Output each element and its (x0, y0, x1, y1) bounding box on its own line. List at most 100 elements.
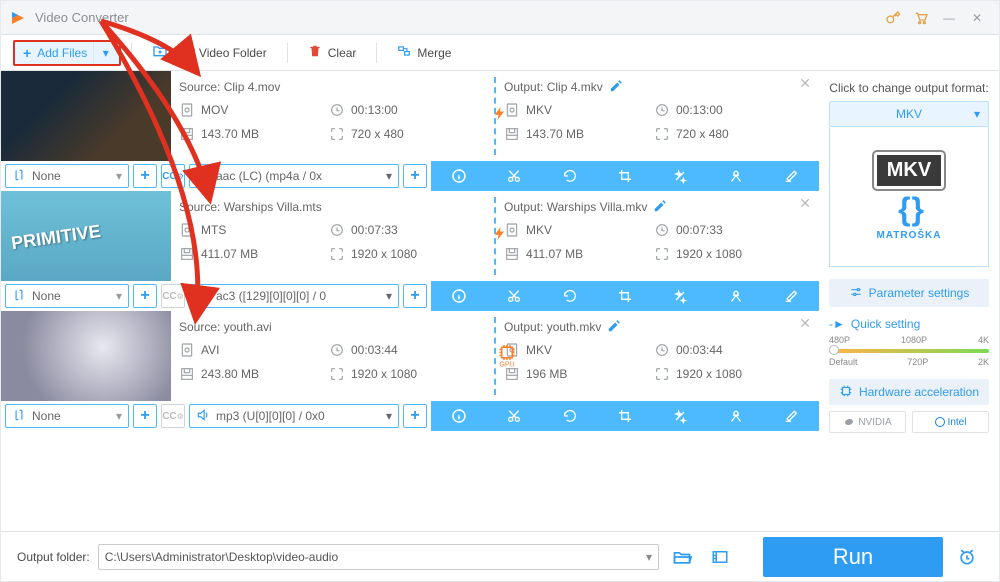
cc-toggle[interactable]: CC⚙ (161, 404, 185, 428)
output-label: Output: Warships Villa.mkv (504, 200, 647, 214)
remove-item-button[interactable]: ✕ (799, 75, 811, 92)
main-toolbar: + Add Files ▾ Add Video Folder Clear Mer… (1, 35, 999, 71)
subtitle-select[interactable]: None ▾ (5, 404, 129, 428)
watermark-button[interactable] (708, 161, 763, 191)
output-list-button[interactable] (705, 542, 735, 572)
format-icon (179, 342, 195, 358)
format-icon (179, 222, 195, 238)
size-icon (179, 246, 195, 262)
subtitle-icon (12, 288, 26, 305)
merge-button[interactable]: Merge (387, 40, 461, 66)
add-subtitle-button[interactable]: + (133, 404, 157, 428)
rotate-button[interactable] (542, 401, 597, 431)
alarm-icon[interactable] (951, 547, 983, 567)
output-label: Output: youth.mkv (504, 320, 601, 334)
crop-button[interactable] (597, 401, 652, 431)
clear-button[interactable]: Clear (298, 40, 367, 66)
rotate-button[interactable] (542, 281, 597, 311)
add-files-button[interactable]: + Add Files ▾ (13, 40, 121, 66)
thumbnail[interactable] (1, 311, 171, 401)
format-icon (179, 102, 195, 118)
remove-item-button[interactable]: ✕ (799, 315, 811, 332)
crop-button[interactable] (597, 161, 652, 191)
thumbnail[interactable] (1, 191, 171, 281)
audio-track-select[interactable]: aac (LC) (mp4a / 0x ▾ (189, 164, 399, 188)
nvidia-toggle[interactable]: NVIDIA (829, 411, 906, 433)
resolution-icon (654, 366, 670, 382)
minimize-button[interactable]: — (935, 4, 963, 32)
watermark-button[interactable] (708, 401, 763, 431)
trim-button[interactable] (486, 401, 541, 431)
effects-button[interactable] (653, 281, 708, 311)
remove-item-button[interactable]: ✕ (799, 195, 811, 212)
output-label: Output: Clip 4.mkv (504, 80, 603, 94)
cc-toggle[interactable]: CC⚙ (161, 284, 185, 308)
format-prompt: Click to change output format: (829, 81, 989, 95)
add-audio-button[interactable]: + (403, 164, 427, 188)
audio-track-select[interactable]: mp3 (U[0][0][0] / 0x0 ▾ (189, 404, 399, 428)
close-window-button[interactable]: ✕ (963, 4, 991, 32)
output-format-button[interactable]: MKV ▾ (829, 101, 989, 127)
cart-icon[interactable] (907, 4, 935, 32)
trim-button[interactable] (486, 281, 541, 311)
output-path-field[interactable]: C:\Users\Administrator\Desktop\video-aud… (98, 544, 659, 570)
info-button[interactable] (431, 281, 486, 311)
bolt-indicator-icon (492, 104, 508, 129)
chevron-down-icon: ▾ (116, 409, 122, 423)
mkv-badge: MKV (874, 152, 944, 189)
watermark-button[interactable] (708, 281, 763, 311)
format-preview[interactable]: MKV { } MATROŠKA (829, 127, 989, 267)
sound-icon (196, 408, 210, 425)
parameter-settings-button[interactable]: Parameter settings (829, 279, 989, 307)
hardware-accel-button[interactable]: Hardware acceleration (829, 379, 989, 405)
edit-icon[interactable] (609, 79, 623, 96)
add-audio-button[interactable]: + (403, 404, 427, 428)
subtitle-edit-button[interactable] (764, 161, 819, 191)
info-button[interactable] (431, 161, 486, 191)
run-button[interactable]: Run (763, 537, 943, 577)
add-audio-button[interactable]: + (403, 284, 427, 308)
subtitle-edit-button[interactable] (764, 281, 819, 311)
app-logo (9, 9, 27, 27)
media-item: Source: youth.avi AVI 00:03:44 243.80 MB… (1, 311, 819, 431)
audio-track-select[interactable]: ac3 ([129][0][0][0] / 0 ▾ (189, 284, 399, 308)
clock-icon (654, 342, 670, 358)
cc-toggle[interactable]: CC⚙ (161, 164, 185, 188)
rotate-button[interactable] (542, 161, 597, 191)
add-files-label: Add Files (37, 46, 87, 60)
intel-toggle[interactable]: Intel (912, 411, 989, 433)
quick-setting-label: -► Quick setting (829, 317, 989, 331)
open-folder-button[interactable] (667, 542, 697, 572)
chevron-down-icon: ▾ (116, 169, 122, 183)
source-label: Source: Clip 4.mov (179, 80, 280, 94)
trim-button[interactable] (486, 161, 541, 191)
add-folder-button[interactable]: Add Video Folder (142, 40, 277, 66)
clock-icon (329, 102, 345, 118)
edit-icon[interactable] (607, 319, 621, 336)
quality-slider[interactable]: 480P1080P4K Default720P2K (829, 335, 989, 367)
bolt-indicator-icon (492, 224, 508, 249)
sound-icon (196, 288, 210, 305)
crop-button[interactable] (597, 281, 652, 311)
license-key-icon[interactable] (879, 4, 907, 32)
media-item: Source: Warships Villa.mts MTS 00:07:33 … (1, 191, 819, 311)
subtitle-select[interactable]: None ▾ (5, 284, 129, 308)
subtitle-select[interactable]: None ▾ (5, 164, 129, 188)
braces-icon: { } (898, 191, 920, 228)
sliders-icon (849, 285, 863, 302)
subtitle-edit-button[interactable] (764, 401, 819, 431)
size-icon (179, 126, 195, 142)
chevron-down-icon[interactable]: ▾ (646, 550, 652, 564)
add-subtitle-button[interactable]: + (133, 284, 157, 308)
info-button[interactable] (431, 401, 486, 431)
add-files-dropdown[interactable]: ▾ (93, 42, 117, 64)
gpu-indicator-icon: GPU (498, 344, 516, 369)
edit-icon[interactable] (653, 199, 667, 216)
thumbnail[interactable] (1, 71, 171, 161)
clock-icon (654, 222, 670, 238)
effects-button[interactable] (653, 161, 708, 191)
effects-button[interactable] (653, 401, 708, 431)
edit-actions (431, 401, 819, 431)
chevron-down-icon: ▾ (116, 289, 122, 303)
add-subtitle-button[interactable]: + (133, 164, 157, 188)
